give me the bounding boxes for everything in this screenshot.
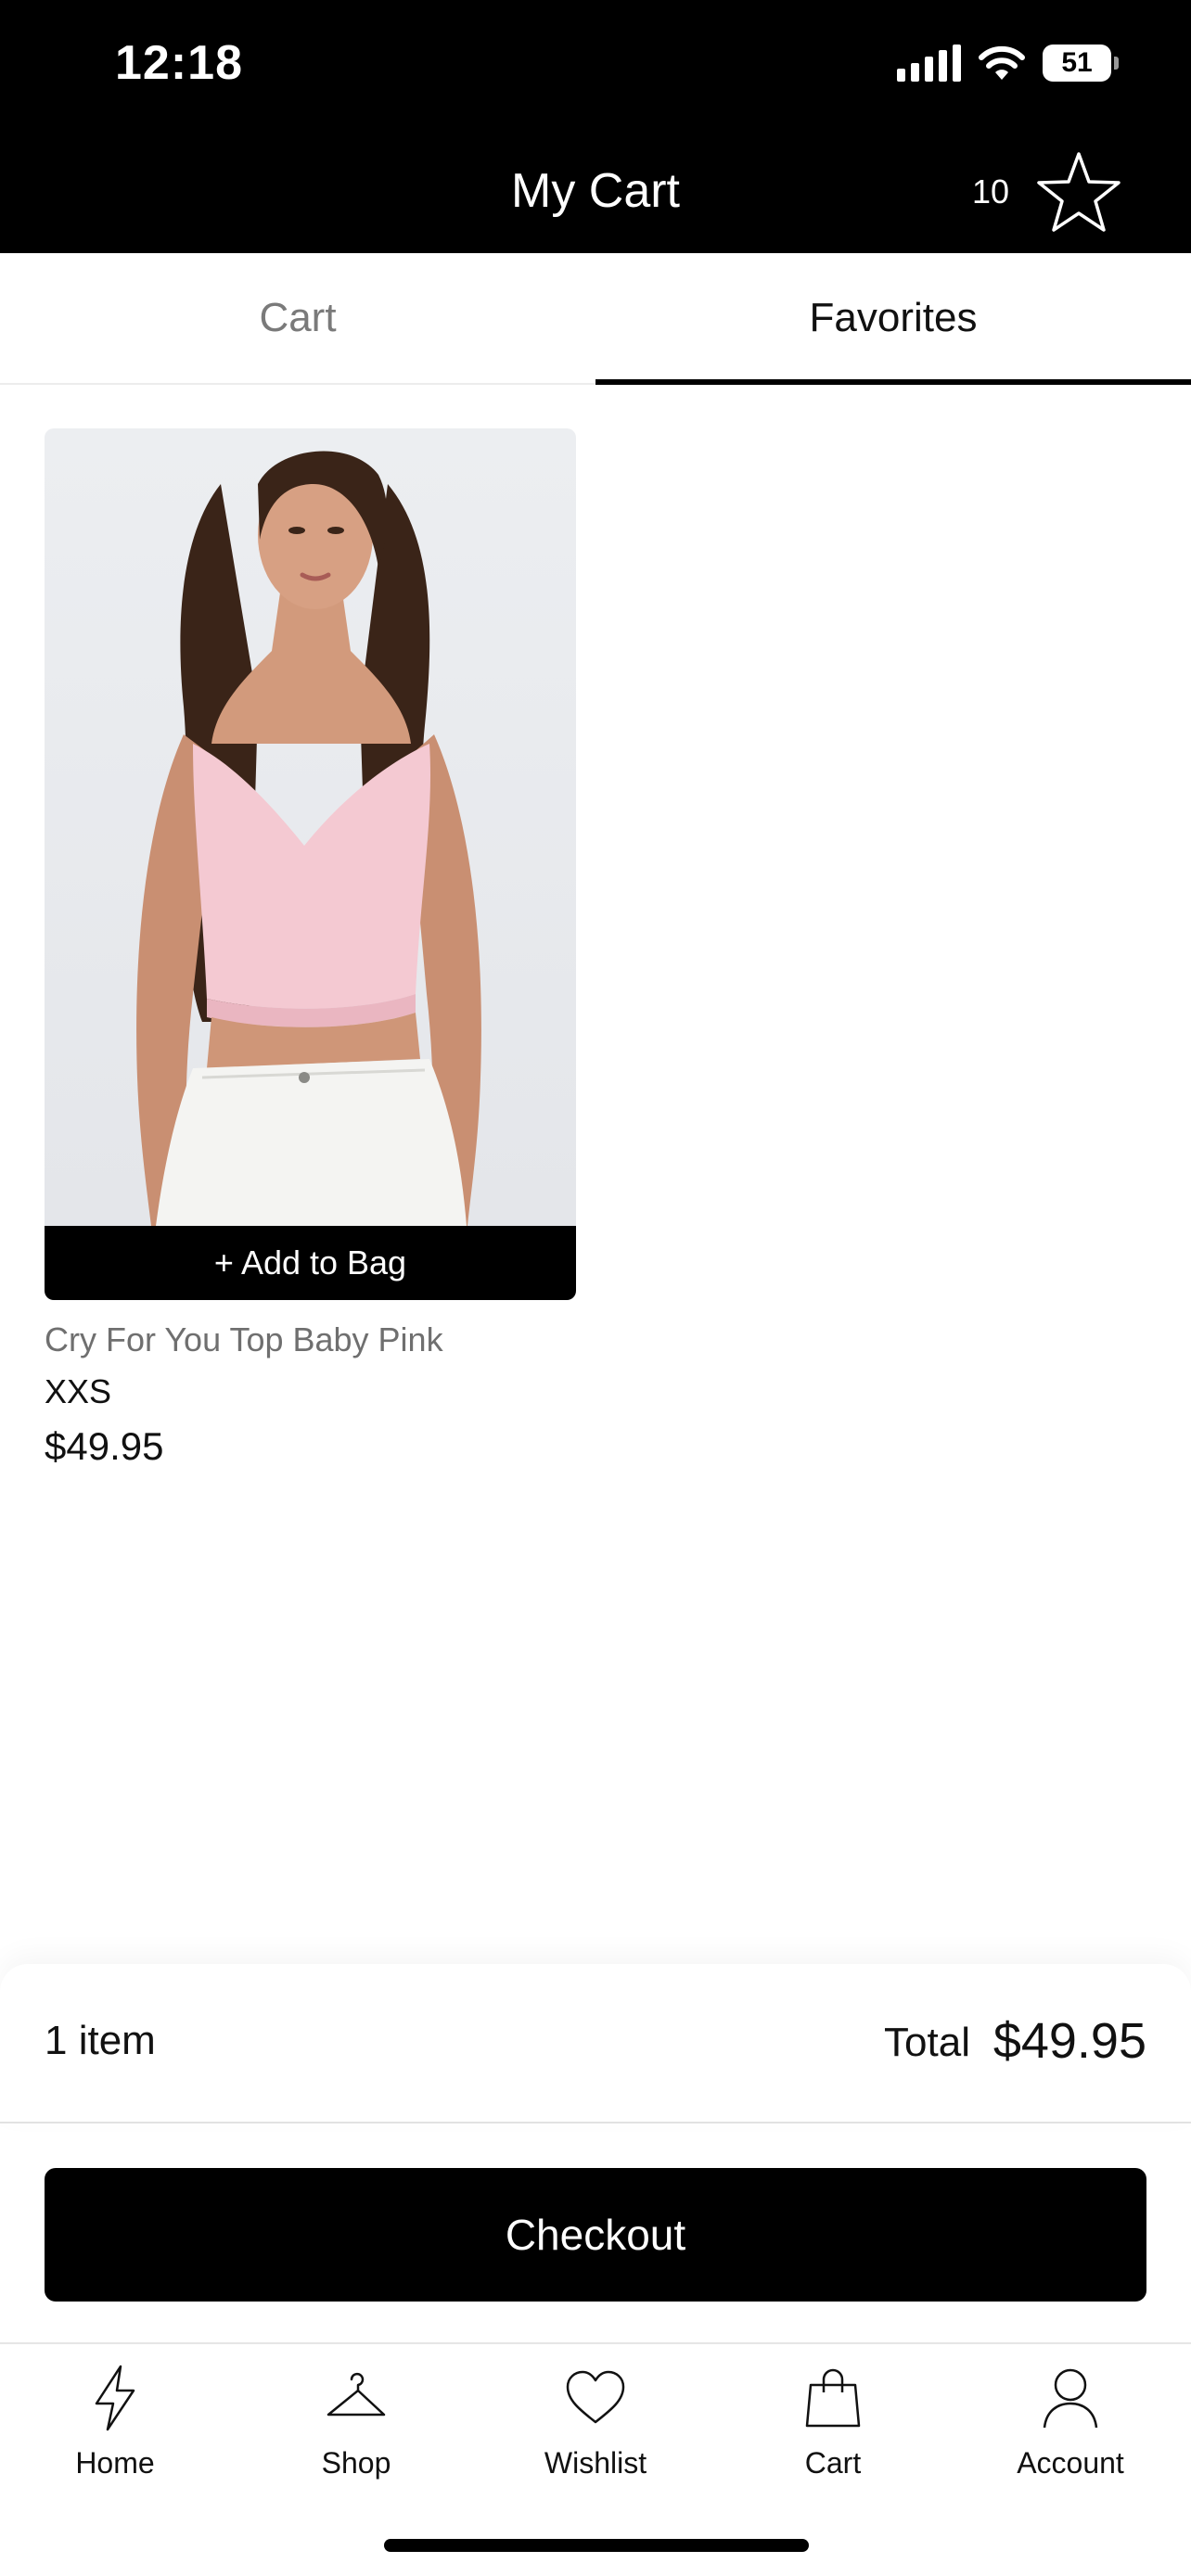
lightning-icon [95, 2365, 135, 2431]
heart-icon [566, 2370, 625, 2424]
nav-cart[interactable]: Cart [740, 2363, 926, 2480]
nav-shop[interactable]: Shop [263, 2363, 449, 2480]
checkout-button[interactable]: Checkout [45, 2168, 1146, 2302]
tab-cart[interactable]: Cart [0, 253, 596, 383]
bag-icon [805, 2368, 861, 2428]
product-image[interactable] [45, 428, 576, 1226]
page-title: My Cart [511, 164, 680, 218]
status-icons: 51 [897, 45, 1119, 82]
star-icon[interactable] [1035, 150, 1122, 234]
cellular-signal-icon [897, 45, 961, 82]
item-count: 1 item [45, 2018, 156, 2063]
status-time: 12:18 [115, 36, 243, 90]
product-price: $49.95 [45, 1424, 164, 1468]
home-indicator[interactable] [384, 2539, 809, 2552]
total-value: $49.95 [992, 2013, 1146, 2069]
user-icon [1043, 2368, 1098, 2429]
wifi-icon [979, 45, 1025, 80]
add-to-bag-button[interactable]: + Add to Bag [45, 1226, 576, 1300]
product-name[interactable]: Cry For You Top Baby Pink [45, 1320, 443, 1359]
nav-account-label: Account [1017, 2446, 1124, 2480]
cart-tabs: Cart Favorites [0, 253, 1191, 385]
battery-icon: 51 [1043, 45, 1119, 82]
battery-level: 51 [1061, 47, 1093, 78]
app-header: 12:18 51 My Cart 10 [0, 0, 1191, 253]
nav-cart-label: Cart [804, 2446, 862, 2480]
nav-wishlist[interactable]: Wishlist [503, 2363, 688, 2480]
nav-shop-label: Shop [321, 2446, 391, 2480]
tab-favorites[interactable]: Favorites [596, 253, 1191, 385]
nav-account[interactable]: Account [978, 2363, 1163, 2480]
total-label: Total [884, 2020, 970, 2065]
product-card[interactable] [45, 428, 576, 1226]
hanger-icon [327, 2372, 386, 2417]
nav-home-label: Home [75, 2446, 155, 2480]
product-size: XXS [45, 1372, 112, 1410]
nav-wishlist-label: Wishlist [544, 2446, 647, 2480]
favorites-count: 10 [971, 172, 1009, 210]
cart-screen: 12:18 51 My Cart 10 Cart Favorites + Add… [0, 0, 1191, 2576]
nav-home[interactable]: Home [22, 2363, 208, 2480]
product-photo [136, 451, 481, 1226]
order-summary: 1 item Total $49.95 [0, 1964, 1191, 2123]
